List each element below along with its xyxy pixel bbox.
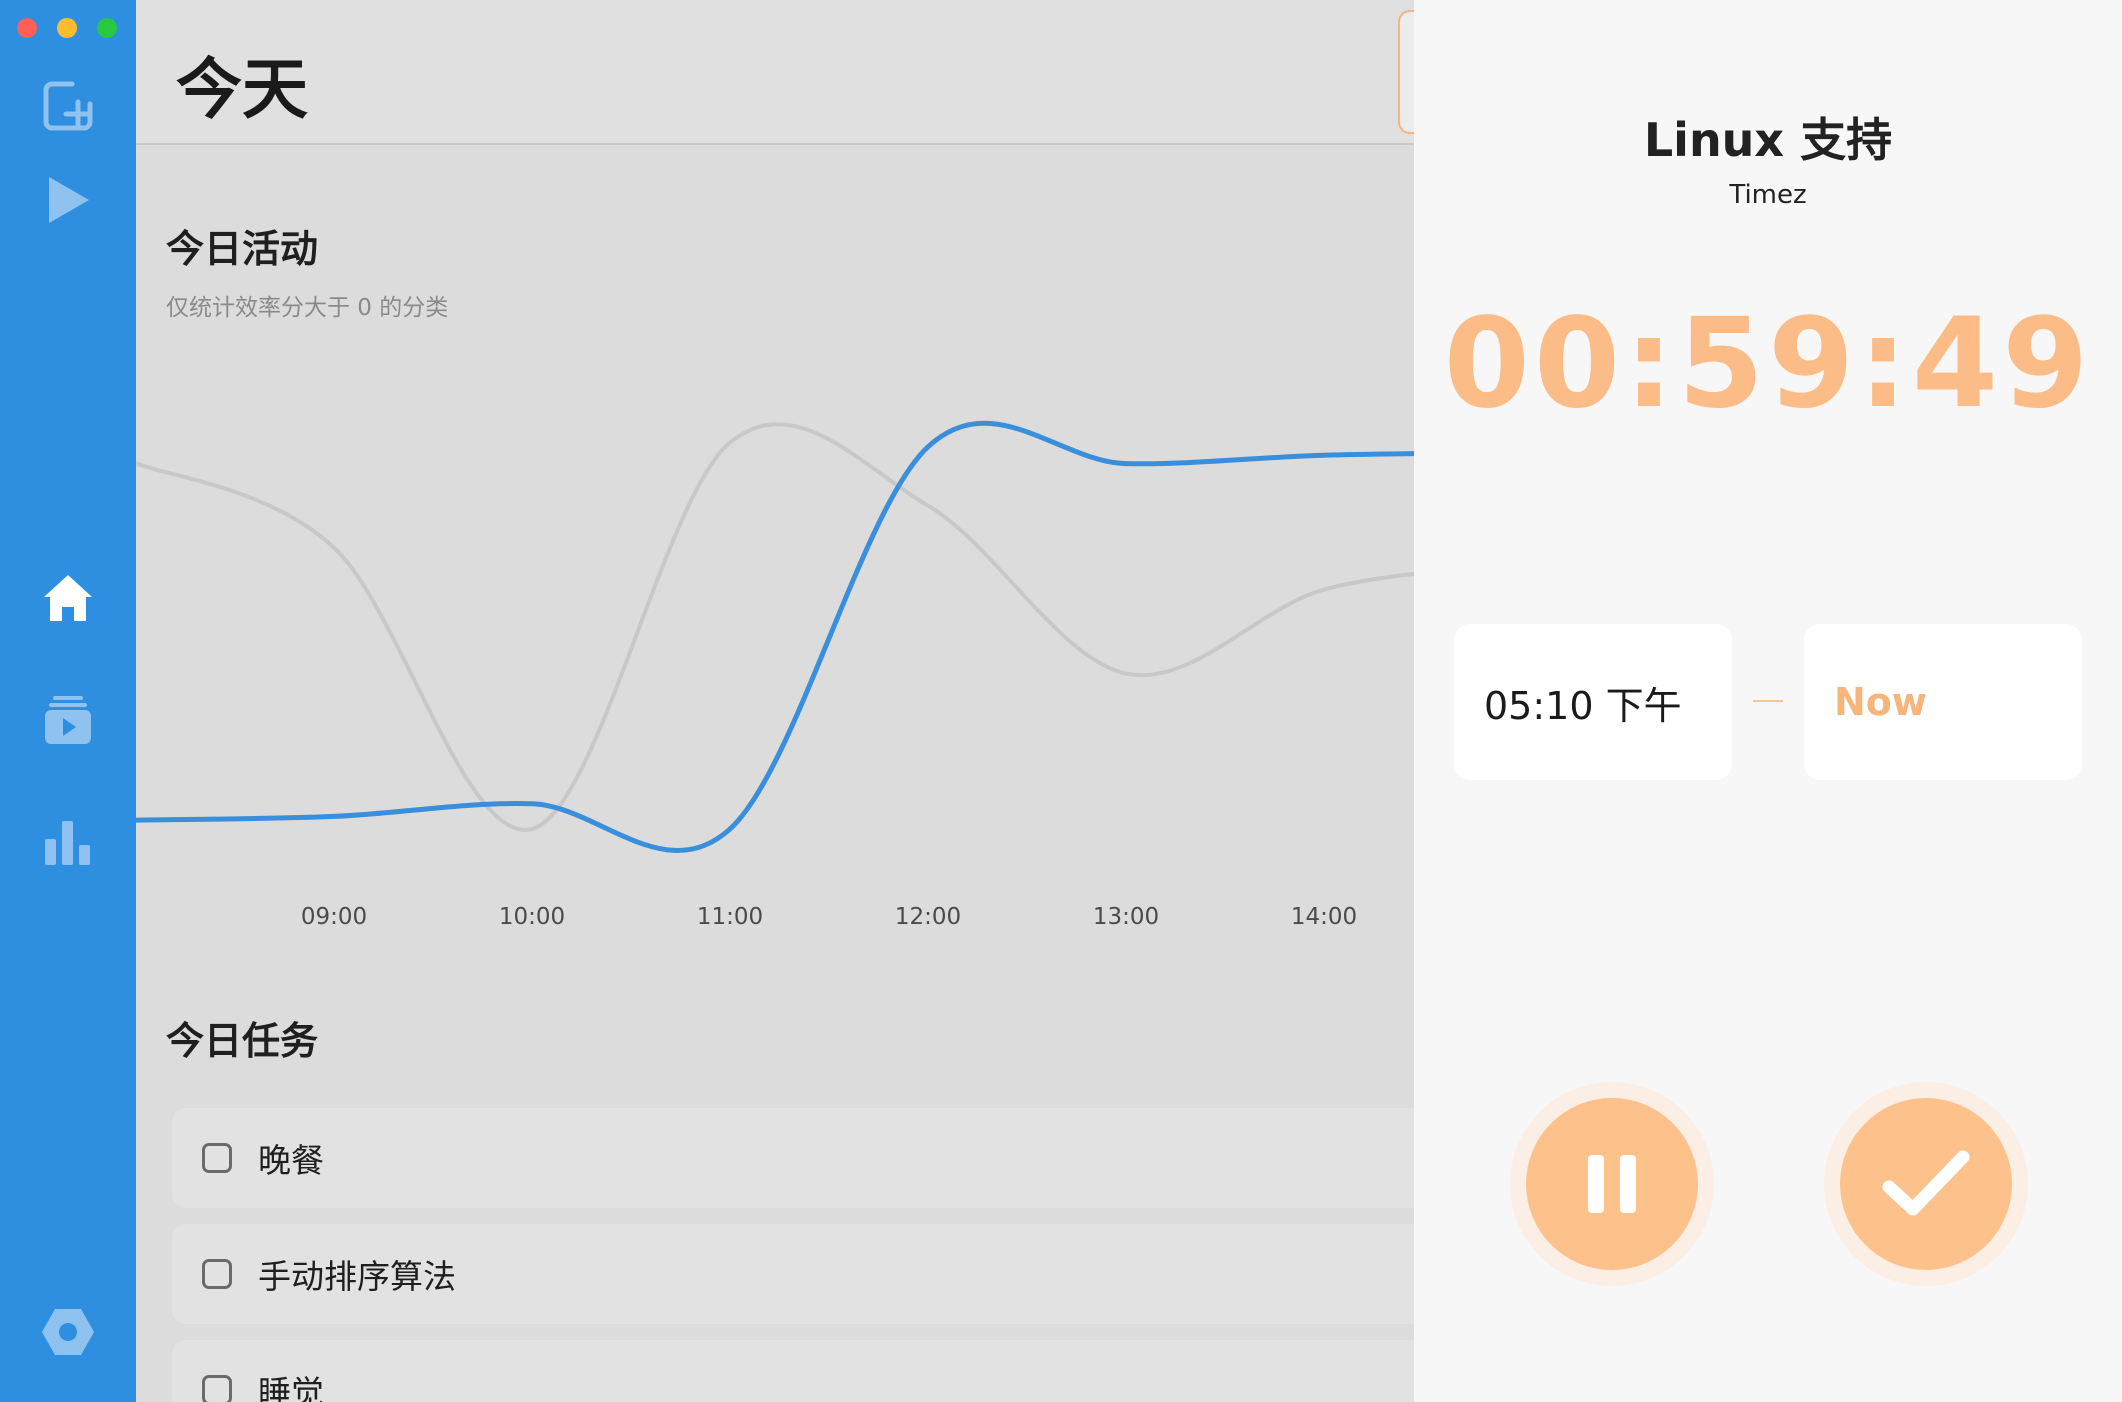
minimize-window-button[interactable] xyxy=(57,18,77,38)
timer-task-title: Linux 支持 xyxy=(1643,113,1893,167)
pause-icon xyxy=(1588,1155,1636,1213)
time-range-separator xyxy=(1753,700,1783,702)
x-tick-label: 11:00 xyxy=(697,904,763,930)
activity-chart: 09:00 10:00 11:00 12:00 13:00 14:00 xyxy=(136,420,1414,930)
task-item[interactable]: 手动排序算法 xyxy=(172,1224,1414,1324)
main-content: 今天 今日活动 仅统计效率分大于 0 的分类 09:00 10:00 11:00 12… xyxy=(136,0,1414,1402)
end-time-field[interactable]: Now xyxy=(1804,624,2082,780)
chart-series-line-0 xyxy=(136,420,1414,853)
task-label: 晚餐 xyxy=(258,1141,324,1180)
close-window-button[interactable] xyxy=(17,18,37,38)
checkmark-icon xyxy=(1882,1150,1970,1216)
settings-icon[interactable] xyxy=(38,1302,98,1362)
play-icon[interactable] xyxy=(38,170,98,230)
stats-icon[interactable] xyxy=(38,812,98,872)
tasks-title: 今日任务 xyxy=(166,1019,319,1063)
task-checkbox[interactable] xyxy=(202,1375,232,1402)
task-item[interactable]: 晚餐 xyxy=(172,1108,1414,1208)
chart-series-line-1 xyxy=(136,422,1414,832)
x-tick-label: 09:00 xyxy=(301,904,367,930)
start-time-field[interactable]: 05:10 下午 xyxy=(1454,624,1732,780)
new-task-icon[interactable] xyxy=(38,76,98,136)
task-label: 手动排序算法 xyxy=(258,1257,456,1296)
zoom-window-button[interactable] xyxy=(97,18,117,38)
home-icon[interactable] xyxy=(38,568,98,628)
timer-panel: Linux 支持 Timez 00:59:49 05:10 下午 Now xyxy=(1414,0,2122,1402)
task-checkbox[interactable] xyxy=(202,1143,232,1173)
header: 今天 xyxy=(136,0,1414,145)
task-checkbox[interactable] xyxy=(202,1259,232,1289)
complete-button[interactable] xyxy=(1840,1098,2012,1270)
task-item[interactable]: 睡觉 xyxy=(172,1340,1414,1402)
playlist-icon[interactable] xyxy=(38,690,98,750)
x-tick-label: 10:00 xyxy=(499,904,565,930)
x-tick-label: 12:00 xyxy=(895,904,961,930)
x-tick-label: 14:00 xyxy=(1291,904,1357,930)
pause-button[interactable] xyxy=(1526,1098,1698,1270)
sidebar xyxy=(0,0,136,1402)
x-tick-label: 13:00 xyxy=(1093,904,1159,930)
header-action-button[interactable] xyxy=(1398,10,1414,134)
activity-title: 今日活动 xyxy=(166,227,319,271)
app-window: 今天 今日活动 仅统计效率分大于 0 的分类 09:00 10:00 11:00 12… xyxy=(0,0,2122,1402)
elapsed-timer: 00:59:49 xyxy=(1443,292,2093,436)
task-label: 睡觉 xyxy=(258,1373,324,1402)
page-title: 今天 xyxy=(176,51,308,128)
timer-app-name: Timez xyxy=(1729,180,1807,210)
start-time-value: 05:10 下午 xyxy=(1484,683,1682,728)
activity-subtitle: 仅统计效率分大于 0 的分类 xyxy=(166,295,449,321)
end-time-value: Now xyxy=(1834,680,1928,724)
